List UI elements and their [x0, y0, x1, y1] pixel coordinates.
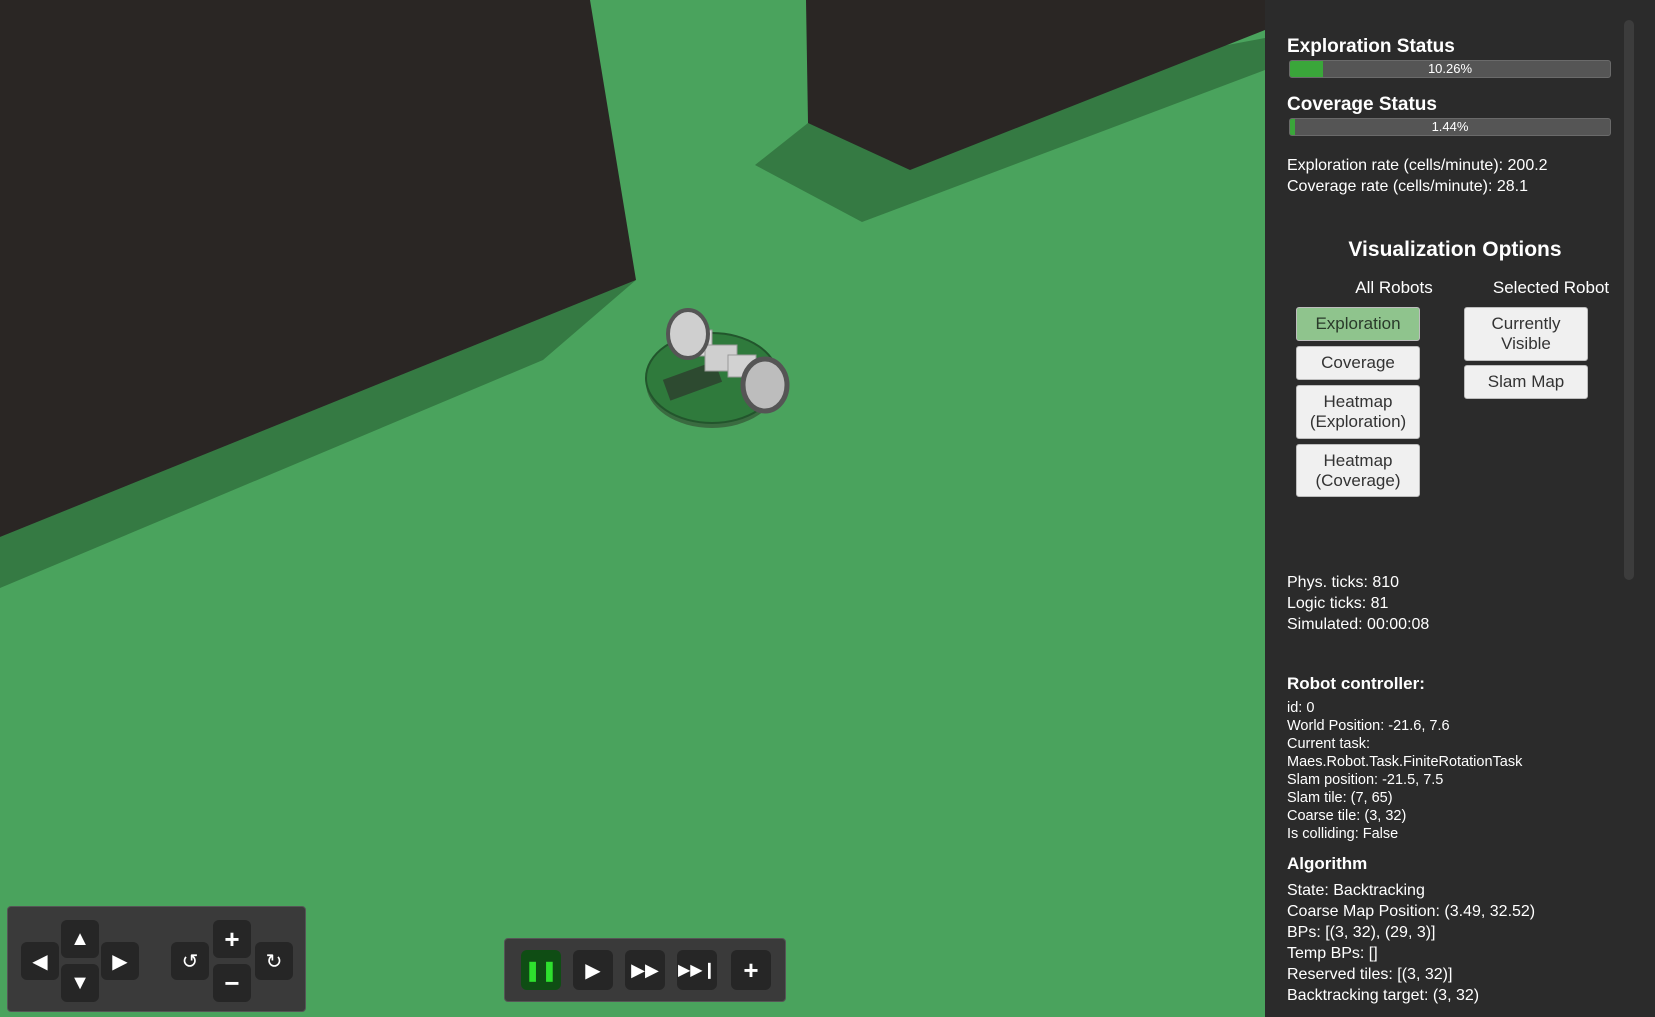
exploration-status-title: Exploration Status	[1287, 36, 1455, 57]
algorithm-reserved-tiles: Reserved tiles: [(3, 32)]	[1287, 966, 1453, 983]
controller-id: id: 0	[1287, 700, 1315, 716]
all-robots-label: All Robots	[1355, 278, 1433, 297]
algorithm-backtracking-target: Backtracking target: (3, 32)	[1287, 987, 1480, 1004]
exploration-progress-bar: 10.26%	[1289, 60, 1611, 78]
exploration-progress-text: 10.26%	[1427, 61, 1473, 76]
playback-controls: ❚❚ ▶ ▶▶ ▶▶❙ +	[504, 938, 786, 1002]
selected-robot-label: Selected Robot	[1492, 278, 1610, 297]
coverage-progress-text: 1.44%	[1431, 119, 1469, 134]
controller-is-colliding: Is colliding: False	[1287, 826, 1399, 842]
fastest-icon[interactable]: ▶▶❙	[677, 950, 717, 990]
heatmap-exploration-button[interactable]: Heatmap (Exploration)	[1296, 385, 1420, 439]
arrow-left-icon[interactable]: ◀	[21, 942, 59, 980]
arrow-right-icon[interactable]: ▶	[101, 942, 139, 980]
rotate-cw-icon[interactable]: ↻	[255, 942, 293, 980]
algorithm-bps: BPs: [(3, 32), (29, 3)]	[1287, 924, 1436, 941]
arrow-up-icon[interactable]: ▲	[61, 920, 99, 958]
algorithm-temp-bps: Temp BPs: []	[1287, 945, 1378, 962]
simulation-viewport[interactable]: ▲ ◀ ▶ ▼ ↺ + − ↻ ❚❚ ▶ ▶▶ ▶▶❙ +	[0, 0, 1265, 1017]
plus-icon[interactable]: +	[213, 920, 251, 958]
coverage-status-title: Coverage Status	[1287, 94, 1437, 115]
fast-forward-icon[interactable]: ▶▶	[625, 950, 665, 990]
robot-wheel-right	[740, 356, 790, 414]
visualization-options-title: Visualization Options	[1348, 238, 1562, 261]
coverage-progress-bar: 1.44%	[1289, 118, 1611, 136]
algorithm-title: Algorithm	[1287, 854, 1368, 873]
pause-icon[interactable]: ❚❚	[521, 950, 561, 990]
play-icon[interactable]: ▶	[573, 950, 613, 990]
exploration-button[interactable]: Exploration	[1296, 307, 1420, 341]
robot-controller-title: Robot controller:	[1287, 674, 1425, 693]
heatmap-coverage-button[interactable]: Heatmap (Coverage)	[1296, 444, 1420, 497]
algorithm-state: State: Backtracking	[1287, 882, 1425, 899]
exploration-rate: Exploration rate (cells/minute): 200.2	[1287, 157, 1548, 174]
arrow-down-icon[interactable]: ▼	[61, 964, 99, 1002]
controller-coarse-tile: Coarse tile: (3, 32)	[1287, 808, 1407, 824]
simulation-scene	[0, 0, 1265, 1017]
simulated-time: Simulated: 00:00:08	[1287, 616, 1430, 633]
rotate-ccw-icon[interactable]: ↺	[171, 942, 209, 980]
logic-ticks: Logic ticks: 81	[1287, 595, 1389, 612]
coverage-rate: Coverage rate (cells/minute): 28.1	[1287, 178, 1528, 195]
controller-slam-tile: Slam tile: (7, 65)	[1287, 790, 1393, 806]
robot-wheel-left	[666, 308, 710, 360]
controller-slam-position: Slam position: -21.5, 7.5	[1287, 772, 1444, 788]
algorithm-coarse-map-position: Coarse Map Position: (3.49, 32.52)	[1287, 903, 1536, 920]
controller-current-task: Maes.Robot.Task.FiniteRotationTask	[1287, 754, 1523, 770]
panel-scrollbar[interactable]	[1624, 20, 1634, 580]
currently-visible-button[interactable]: Currently Visible	[1464, 307, 1588, 361]
side-panel: Exploration Status 10.26% Coverage Statu…	[1265, 0, 1655, 1017]
coverage-button[interactable]: Coverage	[1296, 346, 1420, 380]
camera-controls: ▲ ◀ ▶ ▼ ↺ + − ↻	[7, 906, 306, 1012]
minus-icon[interactable]: −	[213, 964, 251, 1002]
controller-current-task-label: Current task:	[1287, 736, 1370, 752]
plus-icon[interactable]: +	[731, 950, 771, 990]
phys-ticks: Phys. ticks: 810	[1287, 574, 1400, 591]
controller-world-position: World Position: -21.6, 7.6	[1287, 718, 1450, 734]
slam-map-button[interactable]: Slam Map	[1464, 365, 1588, 399]
